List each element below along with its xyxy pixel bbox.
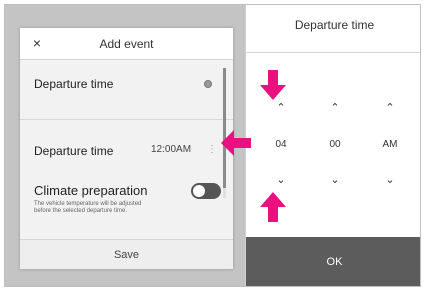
hour-up-chevron-icon[interactable]: ⌃ <box>263 101 299 114</box>
add-event-header: × Add event <box>20 28 233 60</box>
climate-preparation-setting: Climate preparation The vehicle temperat… <box>20 169 233 239</box>
departure-time-setting[interactable]: Departure time 12:00AM ⋮ <box>20 121 233 169</box>
climate-preparation-toggle[interactable] <box>191 183 221 199</box>
climate-preparation-description: The vehicle temperature will be adjusted… <box>34 201 142 214</box>
more-options-icon[interactable]: ⋮ <box>207 144 217 155</box>
annotation-arrow-up-icon <box>260 192 286 222</box>
departure-time-picker: Departure time ⌃ ⌃ ⌃ 04 00 AM ⌄ ⌄ ⌄ OK <box>245 5 420 286</box>
radio-selected-icon[interactable] <box>204 80 212 88</box>
scrollbar-thumb[interactable] <box>223 68 226 188</box>
ampm-down-chevron-icon[interactable]: ⌄ <box>372 173 408 186</box>
hour-down-chevron-icon[interactable]: ⌄ <box>263 173 299 186</box>
minute-value: 00 <box>329 139 341 150</box>
ampm-up-chevron-icon[interactable]: ⌃ <box>372 101 408 114</box>
divider <box>246 52 420 53</box>
add-event-title: Add event <box>99 37 154 51</box>
hour-value: 04 <box>275 139 287 150</box>
ok-button[interactable]: OK <box>246 237 420 286</box>
picker-title: Departure time <box>294 18 375 32</box>
ampm-value: AM <box>382 139 398 150</box>
departure-time-option-label: Departure time <box>34 77 114 91</box>
save-button[interactable]: Save <box>20 239 233 269</box>
departure-time-value[interactable]: 12:00AM <box>151 144 191 155</box>
screen-frame: × Add event Departure time Departure tim… <box>4 4 421 287</box>
annotation-arrow-left-icon <box>221 130 251 156</box>
minute-up-chevron-icon[interactable]: ⌃ <box>317 101 353 114</box>
annotation-arrow-down-icon <box>260 70 286 100</box>
toggle-knob <box>193 185 205 197</box>
climate-preparation-label: Climate preparation <box>34 183 148 198</box>
departure-time-option[interactable]: Departure time <box>20 60 233 120</box>
add-event-panel: × Add event Departure time Departure tim… <box>20 28 233 269</box>
minute-down-chevron-icon[interactable]: ⌄ <box>317 173 353 186</box>
departure-time-setting-label: Departure time <box>34 144 114 158</box>
